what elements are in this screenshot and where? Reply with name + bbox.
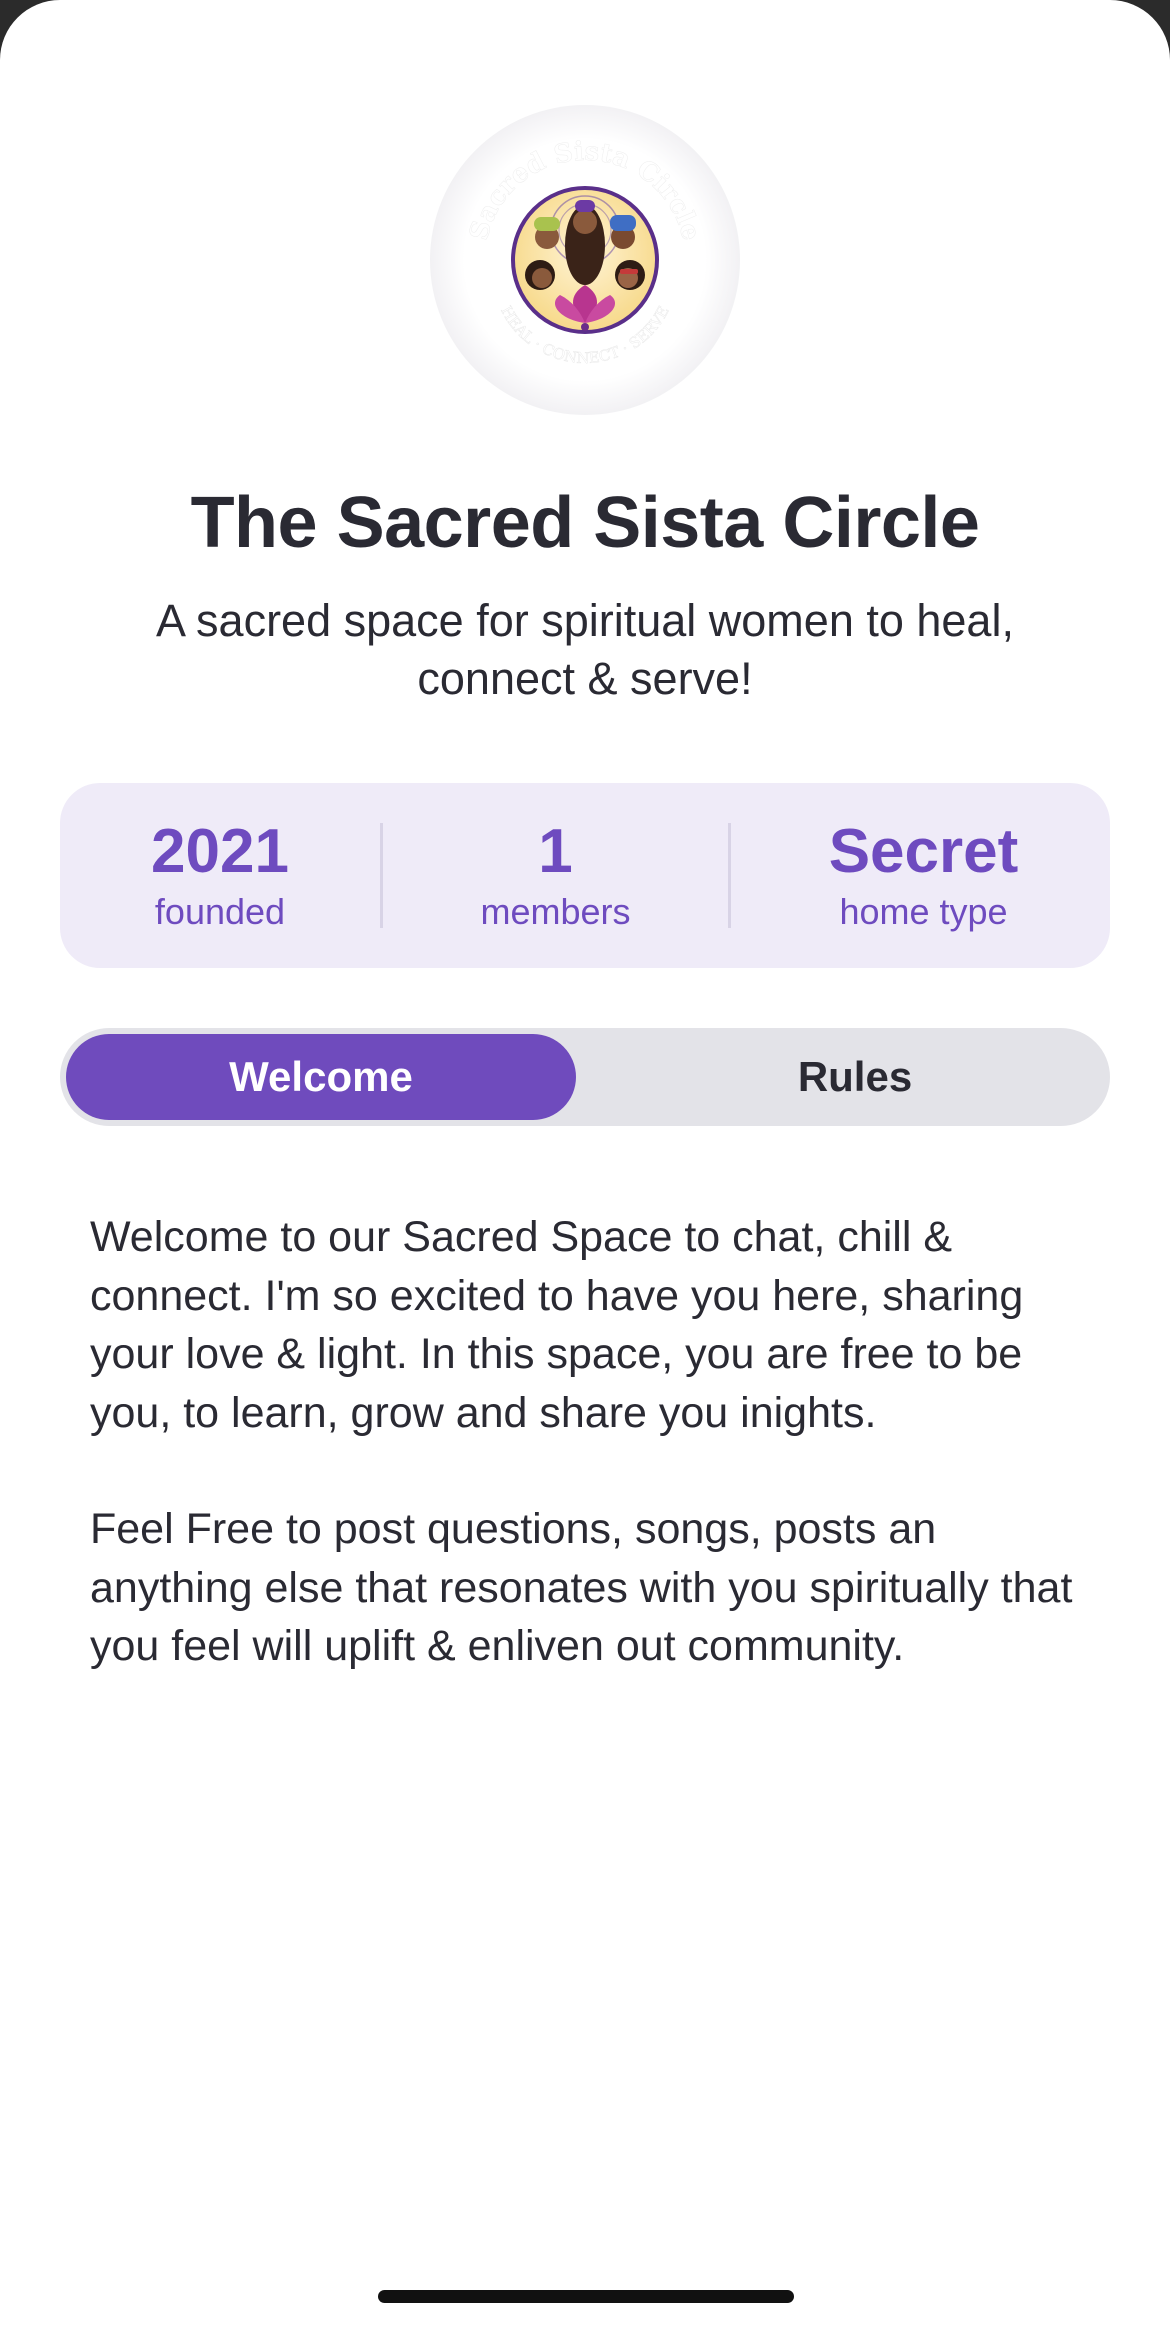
stat-value: 1 [538, 816, 573, 886]
stat-members[interactable]: 1 members [383, 817, 728, 935]
stat-label: founded [154, 890, 286, 932]
stat-value: Secret [828, 816, 1019, 886]
tab-rules[interactable]: Rules [600, 1034, 1110, 1120]
stat-home-type: Secret home type [731, 817, 1116, 935]
community-title: The Sacred Sista Circle [190, 483, 980, 563]
community-tagline: A sacred space for spiritual women to he… [156, 595, 1014, 704]
sacred-sista-circle-logo-icon: Sacred Sista Circle HEAL · CONNECT · SER… [464, 137, 706, 368]
segmented-tabs: Welcome Rules [60, 1028, 1110, 1126]
stat-founded: 2021 founded [60, 817, 380, 935]
stat-label: members [480, 890, 631, 932]
stats-card: 2021 founded 1 members Secret home type [60, 783, 1110, 968]
tab-welcome[interactable]: Welcome [66, 1034, 576, 1120]
welcome-paragraph: Welcome to our Sacred Space to chat, chi… [90, 1213, 1024, 1437]
stat-value: 2021 [151, 816, 289, 886]
home-indicator[interactable] [378, 2290, 794, 2303]
welcome-paragraph: Feel Free to post questions, songs, post… [90, 1505, 1073, 1670]
stat-label: home type [839, 890, 1008, 932]
welcome-content: Welcome to our Sacred Space to chat, chi… [90, 1208, 1090, 1734]
community-sheet: Sacred Sista Circle HEAL · CONNECT · SER… [0, 0, 1170, 2328]
community-logo: Sacred Sista Circle HEAL · CONNECT · SER… [430, 105, 740, 415]
